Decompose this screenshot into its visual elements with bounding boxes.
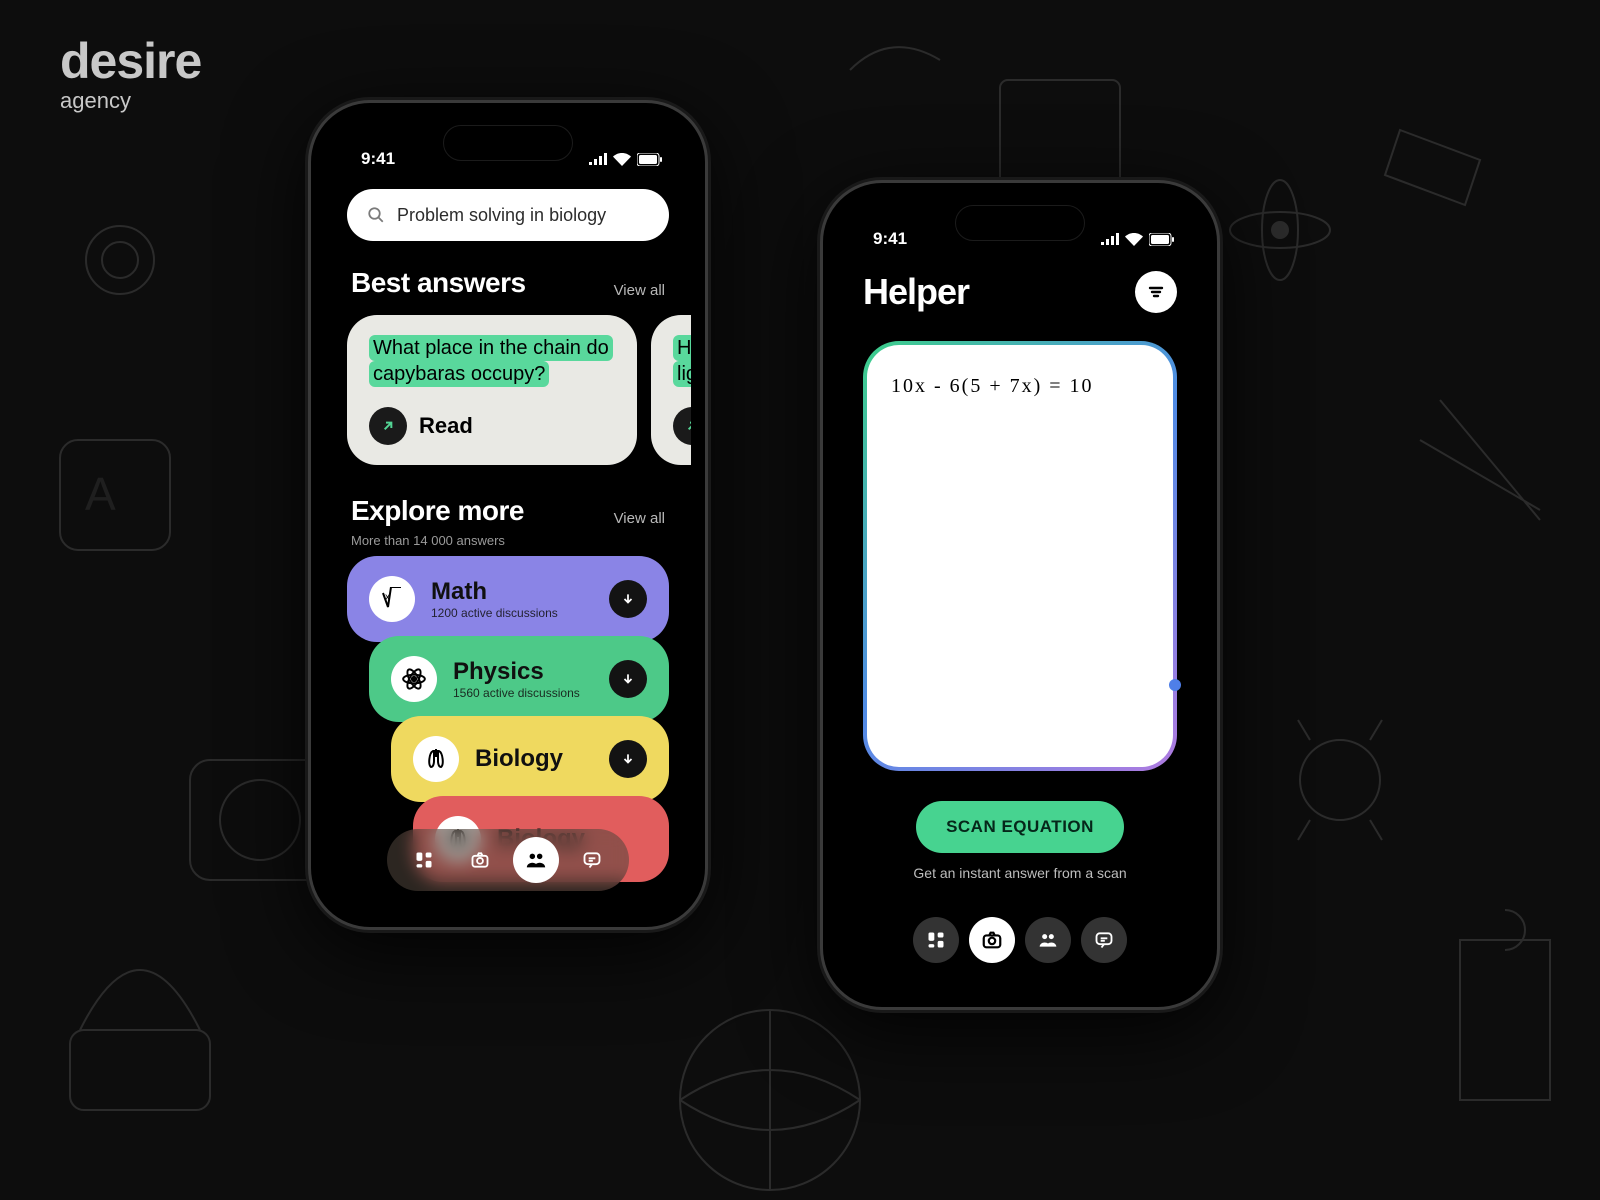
subject-name: Physics (453, 658, 593, 686)
arrow-up-right-icon (673, 407, 691, 445)
brand-tag: agency (60, 88, 201, 114)
phone-mock-helper: 9:41 Helper 10x - 6(5 + 7x) = 10 SCAN EQ… (820, 180, 1220, 1010)
people-icon (525, 849, 547, 871)
best-answers-header: Best answers View all (325, 241, 691, 311)
status-time: 9:41 (361, 149, 395, 169)
camera-icon (981, 929, 1003, 951)
phone-notch (443, 125, 573, 161)
wifi-icon (1125, 233, 1143, 246)
scan-frame[interactable]: 10x - 6(5 + 7x) = 10 (863, 341, 1177, 771)
camera-icon (470, 850, 490, 870)
subject-meta: 1560 active discussions (453, 686, 593, 700)
wifi-icon (613, 153, 631, 166)
status-time: 9:41 (873, 229, 907, 249)
nav-camera[interactable] (457, 837, 503, 883)
bottom-nav (903, 909, 1137, 971)
equation-text: 10x - 6(5 + 7x) = 10 (891, 375, 1094, 397)
screen-home: 9:41 Problem solving in biology Best ans… (325, 117, 691, 913)
answer-question: What place in the chain do capybaras occ… (369, 335, 615, 387)
download-icon[interactable] (609, 580, 647, 618)
answer-card[interactable]: Ho lig (651, 315, 691, 465)
scan-caption: Get an instant answer from a scan (837, 865, 1203, 881)
best-answers-viewall[interactable]: View all (614, 282, 665, 299)
status-indicators (1101, 233, 1175, 246)
best-answers-title: Best answers (351, 267, 526, 299)
signal-icon (589, 153, 607, 165)
nav-community[interactable] (513, 837, 559, 883)
lungs-icon (413, 736, 459, 782)
search-placeholder: Problem solving in biology (397, 205, 606, 226)
nav-community[interactable] (1025, 917, 1071, 963)
brand-name: desire (60, 36, 201, 86)
svg-text:x: x (385, 592, 390, 603)
nav-chat[interactable] (1081, 917, 1127, 963)
explore-viewall[interactable]: View all (614, 510, 665, 527)
menu-button[interactable] (1135, 271, 1177, 313)
atom-icon (391, 656, 437, 702)
search-input[interactable]: Problem solving in biology (347, 189, 669, 241)
subject-card-biology[interactable]: Biology (391, 716, 669, 802)
people-icon (1038, 930, 1058, 950)
answer-card[interactable]: What place in the chain do capybaras occ… (347, 315, 637, 465)
nav-camera[interactable] (969, 917, 1015, 963)
nav-dashboard[interactable] (913, 917, 959, 963)
brand-logo: desire agency (60, 36, 201, 114)
screen-helper: 9:41 Helper 10x - 6(5 + 7x) = 10 SCAN EQ… (837, 197, 1203, 993)
answer-read-button[interactable] (673, 407, 691, 445)
chat-icon (582, 850, 602, 870)
scan-equation-button[interactable]: SCAN EQUATION (916, 801, 1124, 853)
subject-card-math[interactable]: x Math 1200 active discussions (347, 556, 669, 642)
search-icon (367, 206, 385, 224)
svg-text:A: A (85, 468, 116, 520)
subject-name: Biology (475, 745, 593, 773)
menu-icon (1147, 285, 1165, 299)
battery-icon (1149, 233, 1175, 246)
subject-meta: 1200 active discussions (431, 606, 593, 620)
battery-icon (637, 153, 663, 166)
answer-question: Ho lig (673, 335, 691, 387)
status-indicators (589, 153, 663, 166)
nav-dashboard[interactable] (401, 837, 447, 883)
download-icon[interactable] (609, 740, 647, 778)
nav-chat[interactable] (569, 837, 615, 883)
subject-card-physics[interactable]: Physics 1560 active discussions (369, 636, 669, 722)
download-icon[interactable] (609, 660, 647, 698)
phone-mock-home: 9:41 Problem solving in biology Best ans… (308, 100, 708, 930)
explore-header: Explore more View all (325, 469, 691, 539)
grid-icon (414, 850, 434, 870)
signal-icon (1101, 233, 1119, 245)
math-icon: x (369, 576, 415, 622)
subject-name: Math (431, 578, 593, 606)
answer-read-label: Read (419, 413, 473, 439)
bottom-nav (387, 829, 629, 891)
equation-canvas[interactable]: 10x - 6(5 + 7x) = 10 (867, 345, 1173, 767)
resize-handle[interactable] (1169, 679, 1181, 691)
grid-icon (926, 930, 946, 950)
explore-title: Explore more (351, 495, 524, 527)
helper-header: Helper (837, 257, 1203, 319)
helper-title: Helper (863, 271, 969, 313)
chat-icon (1094, 930, 1114, 950)
answers-row[interactable]: What place in the chain do capybaras occ… (325, 311, 691, 469)
doodle-backdrop: A (0, 0, 1600, 1200)
explore-subtitle: More than 14 000 answers (325, 533, 691, 548)
phone-notch (955, 205, 1085, 241)
answer-read-button[interactable]: Read (369, 407, 615, 445)
arrow-up-right-icon (369, 407, 407, 445)
